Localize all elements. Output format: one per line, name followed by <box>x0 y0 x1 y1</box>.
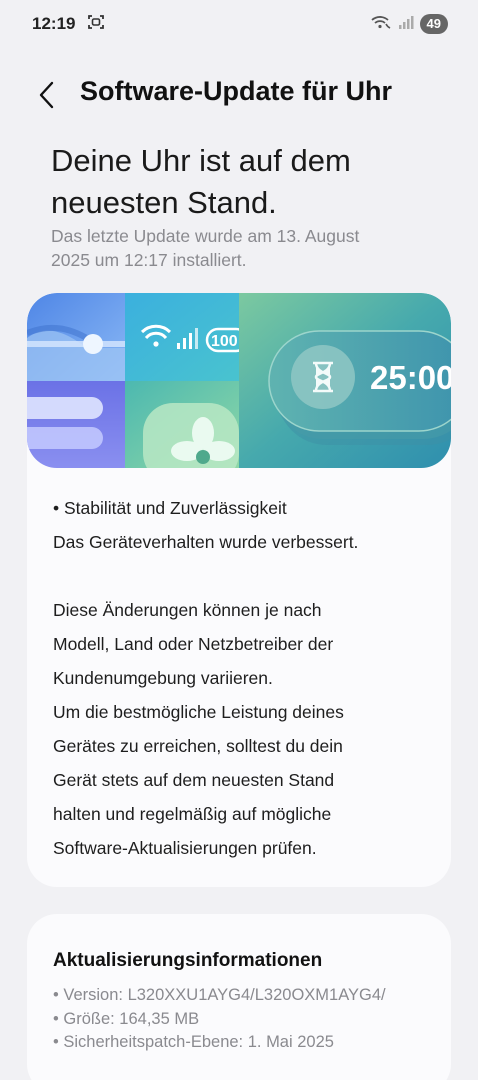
size-item: • Größe: 164,35 MB <box>53 1009 200 1028</box>
release-note-text: Software-Aktualisierungen prüfen. <box>53 838 317 858</box>
banner-battery-text: 100 <box>211 333 238 350</box>
release-note-text: Diese Änderungen können je nach <box>53 600 322 620</box>
subline-line: 2025 um 12:17 installiert. <box>51 250 247 270</box>
status-left: 12:19 <box>32 13 105 36</box>
update-info-list: • Version: L320XXU1AYG4/L320OXM1AYG4/ • … <box>53 984 386 1055</box>
app-header: Software-Update für Uhr <box>0 72 478 118</box>
status-bar: 12:19 49 <box>0 0 478 48</box>
screenshot-icon <box>87 13 105 36</box>
update-details-card: 100 25:00 • Stabilität und Zuverlässigke… <box>27 293 451 887</box>
release-note-text: Gerät stets auf dem neuesten Stand <box>53 770 335 790</box>
status-right: 49 <box>370 13 448 36</box>
headline-line: Deine Uhr ist auf dem <box>51 143 351 178</box>
release-note-text: Modell, Land oder Netzbetreiber der <box>53 634 334 654</box>
update-info-card: Aktualisierungsinformationen • Version: … <box>27 914 451 1080</box>
release-note-text: Das Geräteverhalten wurde verbessert. <box>53 532 359 552</box>
wifi-calling-icon <box>370 13 392 36</box>
status-headline: Deine Uhr ist auf dem neuesten Stand. <box>51 140 451 224</box>
release-note-bullet: • Stabilität und Zuverlässigkeit <box>53 498 287 518</box>
update-info-title: Aktualisierungsinformationen <box>53 950 323 971</box>
release-note-text: Kundenumgebung variieren. <box>53 668 273 688</box>
release-note-text: Gerätes zu erreichen, solltest du dein <box>53 736 343 756</box>
watch-illustration-banner: 100 25:00 <box>27 293 451 468</box>
status-time: 12:19 <box>32 14 76 33</box>
chevron-left-icon <box>39 81 54 109</box>
release-note-text: Um die bestmögliche Leistung deines <box>53 702 344 722</box>
security-patch-item: • Sicherheitspatch-Ebene: 1. Mai 2025 <box>53 1033 334 1051</box>
headline-line: neuesten Stand. <box>51 185 277 220</box>
banner-timer-text: 25:00 <box>370 359 451 396</box>
battery-indicator: 49 <box>419 14 448 34</box>
release-note-text: halten und regelmäßig auf mögliche <box>53 804 332 824</box>
version-item: • Version: L320XXU1AYG4/L320OXM1AYG4/ <box>53 986 386 1004</box>
back-button[interactable] <box>30 78 64 112</box>
page-title: Software-Update für Uhr <box>80 76 393 106</box>
subline-line: Das letzte Update wurde am 13. August <box>51 226 360 246</box>
signal-icon <box>398 14 414 35</box>
release-notes: • Stabilität und Zuverlässigkeit Das Ger… <box>53 491 433 865</box>
last-update-text: Das letzte Update wurde am 13. August 20… <box>51 224 451 272</box>
